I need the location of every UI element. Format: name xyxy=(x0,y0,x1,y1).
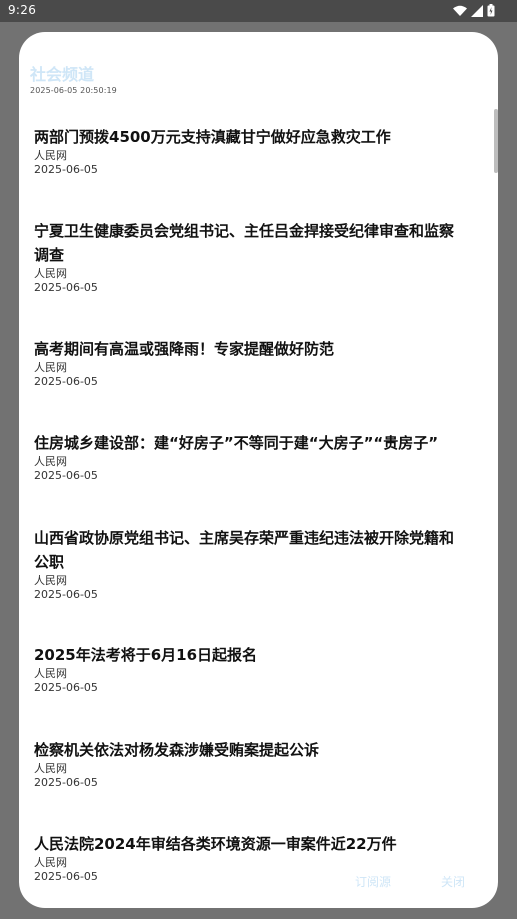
news-source: 人民网 xyxy=(34,455,67,468)
status-bar: 9:26 xyxy=(0,0,517,22)
channel-title: 社会频道 xyxy=(30,65,95,84)
list-item[interactable]: 两部门预拨4500万元支持滇藏甘宁做好应急救灾工作 人民网 2025-06-05 xyxy=(34,125,474,177)
status-icons xyxy=(453,4,495,17)
status-time: 9:26 xyxy=(8,3,37,17)
news-title: 2025年法考将于6月16日起报名 xyxy=(34,646,258,664)
news-title: 两部门预拨4500万元支持滇藏甘宁做好应急救灾工作 xyxy=(34,128,391,146)
news-date: 2025-06-05 xyxy=(34,375,98,388)
news-title: 住房城乡建设部：建“好房子”不等同于建“大房子”“贵房子” xyxy=(34,434,439,452)
news-source: 人民网 xyxy=(34,267,67,280)
list-item[interactable]: 高考期间有高温或强降雨！专家提醒做好防范 人民网 2025-06-05 xyxy=(34,337,474,389)
news-title: 人民法院2024年审结各类环境资源一审案件近22万件 xyxy=(34,835,397,853)
close-button[interactable]: 关闭 xyxy=(433,868,474,896)
list-item[interactable]: 住房城乡建设部：建“好房子”不等同于建“大房子”“贵房子” 人民网 2025-0… xyxy=(34,431,474,483)
list-item[interactable]: 检察机关依法对杨发森涉嫌受贿案提起公诉 人民网 2025-06-05 xyxy=(34,738,474,790)
news-source: 人民网 xyxy=(34,762,67,775)
list-item[interactable]: 山西省政协原党组书记、主席吴存荣严重违纪违法被开除党籍和 公职 人民网 2025-… xyxy=(34,526,474,602)
news-date: 2025-06-05 xyxy=(34,776,98,789)
scrollbar-thumb[interactable] xyxy=(494,109,498,173)
news-date: 2025-06-05 xyxy=(34,281,98,294)
news-source: 人民网 xyxy=(34,574,67,587)
news-title: 宁夏卫生健康委员会党组书记、主任吕金捍接受纪律审查和监察 调查 xyxy=(34,222,455,264)
news-title: 山西省政协原党组书记、主席吴存荣严重违纪违法被开除党籍和 公职 xyxy=(34,529,455,571)
subscribe-source-button[interactable]: 订阅源 xyxy=(347,868,400,896)
news-date: 2025-06-05 xyxy=(34,588,98,601)
news-date: 2025-06-05 xyxy=(34,163,98,176)
news-title: 高考期间有高温或强降雨！专家提醒做好防范 xyxy=(34,340,335,358)
channel-update-time: 2025-06-05 20:50:19 xyxy=(30,86,117,95)
news-date: 2025-06-05 xyxy=(34,681,98,694)
signal-icon xyxy=(471,4,483,17)
dialog-actions: 订阅源 关闭 xyxy=(19,868,498,898)
news-source: 人民网 xyxy=(34,361,67,374)
wifi-icon xyxy=(453,5,467,17)
news-date: 2025-06-05 xyxy=(34,469,98,482)
list-item[interactable]: 2025年法考将于6月16日起报名 人民网 2025-06-05 xyxy=(34,643,474,695)
news-title: 检察机关依法对杨发森涉嫌受贿案提起公诉 xyxy=(34,741,320,759)
news-channel-dialog: 社会频道 2025-06-05 20:50:19 两部门预拨4500万元支持滇藏… xyxy=(19,32,498,908)
list-item[interactable]: 宁夏卫生健康委员会党组书记、主任吕金捍接受纪律审查和监察 调查 人民网 2025-… xyxy=(34,219,474,295)
dialog-header: 社会频道 2025-06-05 20:50:19 xyxy=(30,65,117,95)
battery-icon xyxy=(487,4,495,17)
news-source: 人民网 xyxy=(34,667,67,680)
news-source: 人民网 xyxy=(34,149,67,162)
